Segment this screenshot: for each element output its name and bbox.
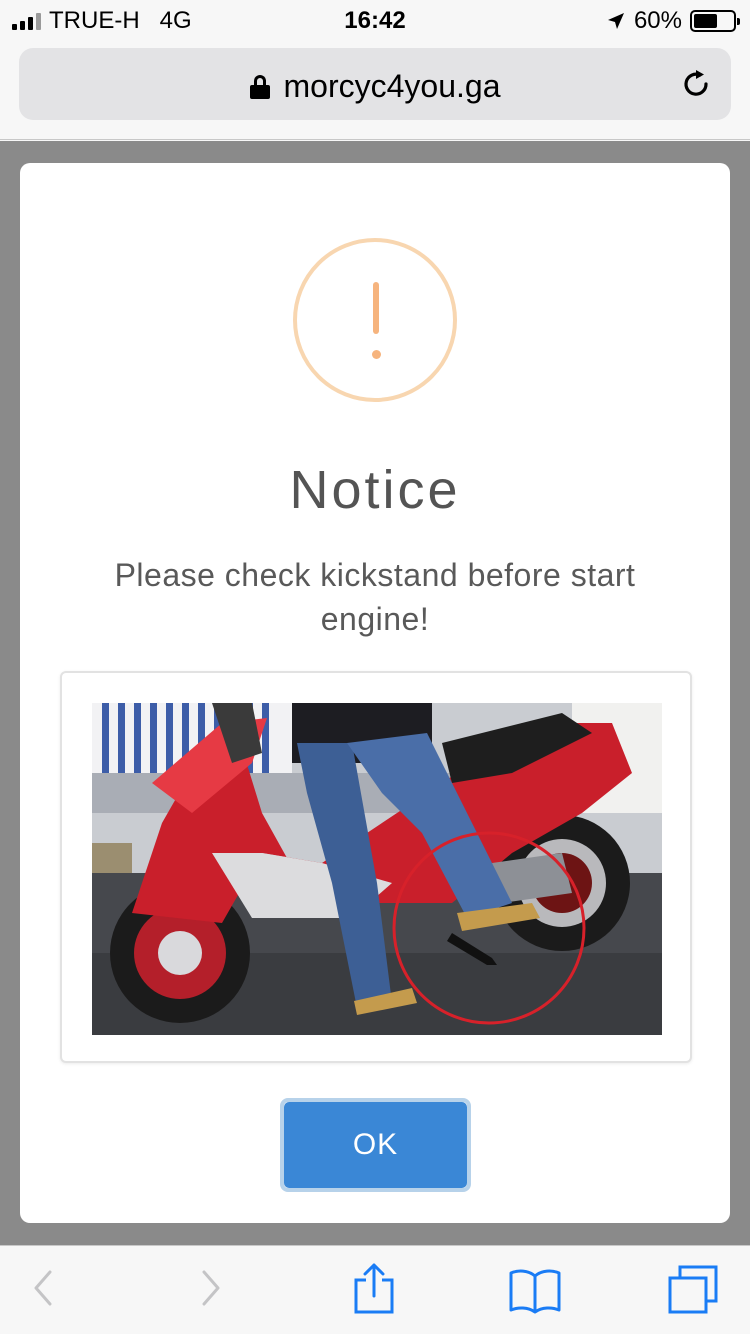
location-arrow-icon [607,13,624,29]
status-right: 60% [606,7,740,35]
battery-nub [737,18,740,25]
url-text: morcyc4you.ga [283,68,501,104]
image-frame [60,671,692,1063]
modal-title: Notice [289,460,461,520]
battery-icon [690,10,740,32]
url-display[interactable]: morcyc4you.ga [19,68,731,105]
bookmarks-icon[interactable] [508,1268,562,1314]
status-bar: TRUE-H 4G 16:42 60% [0,0,750,40]
tabs-icon[interactable] [666,1264,720,1316]
battery-fill [694,14,717,28]
lock-icon [249,75,270,99]
scooter-kickstand-photo [92,703,662,1035]
battery-percentage: 60% [633,7,682,34]
address-bar[interactable]: morcyc4you.ga [19,48,731,120]
share-icon[interactable] [352,1262,396,1316]
back-icon[interactable] [30,1266,56,1310]
modal-message: Please check kickstand before start engi… [114,557,636,637]
ok-button[interactable]: OK [284,1102,467,1188]
notice-modal: Notice Please check kickstand before sta… [20,163,730,1223]
browser-address-area: morcyc4you.ga [0,40,750,140]
browser-toolbar [0,1245,750,1334]
forward-icon[interactable] [198,1266,224,1310]
warning-exclamation-icon [293,238,457,402]
reload-icon[interactable] [679,67,713,101]
